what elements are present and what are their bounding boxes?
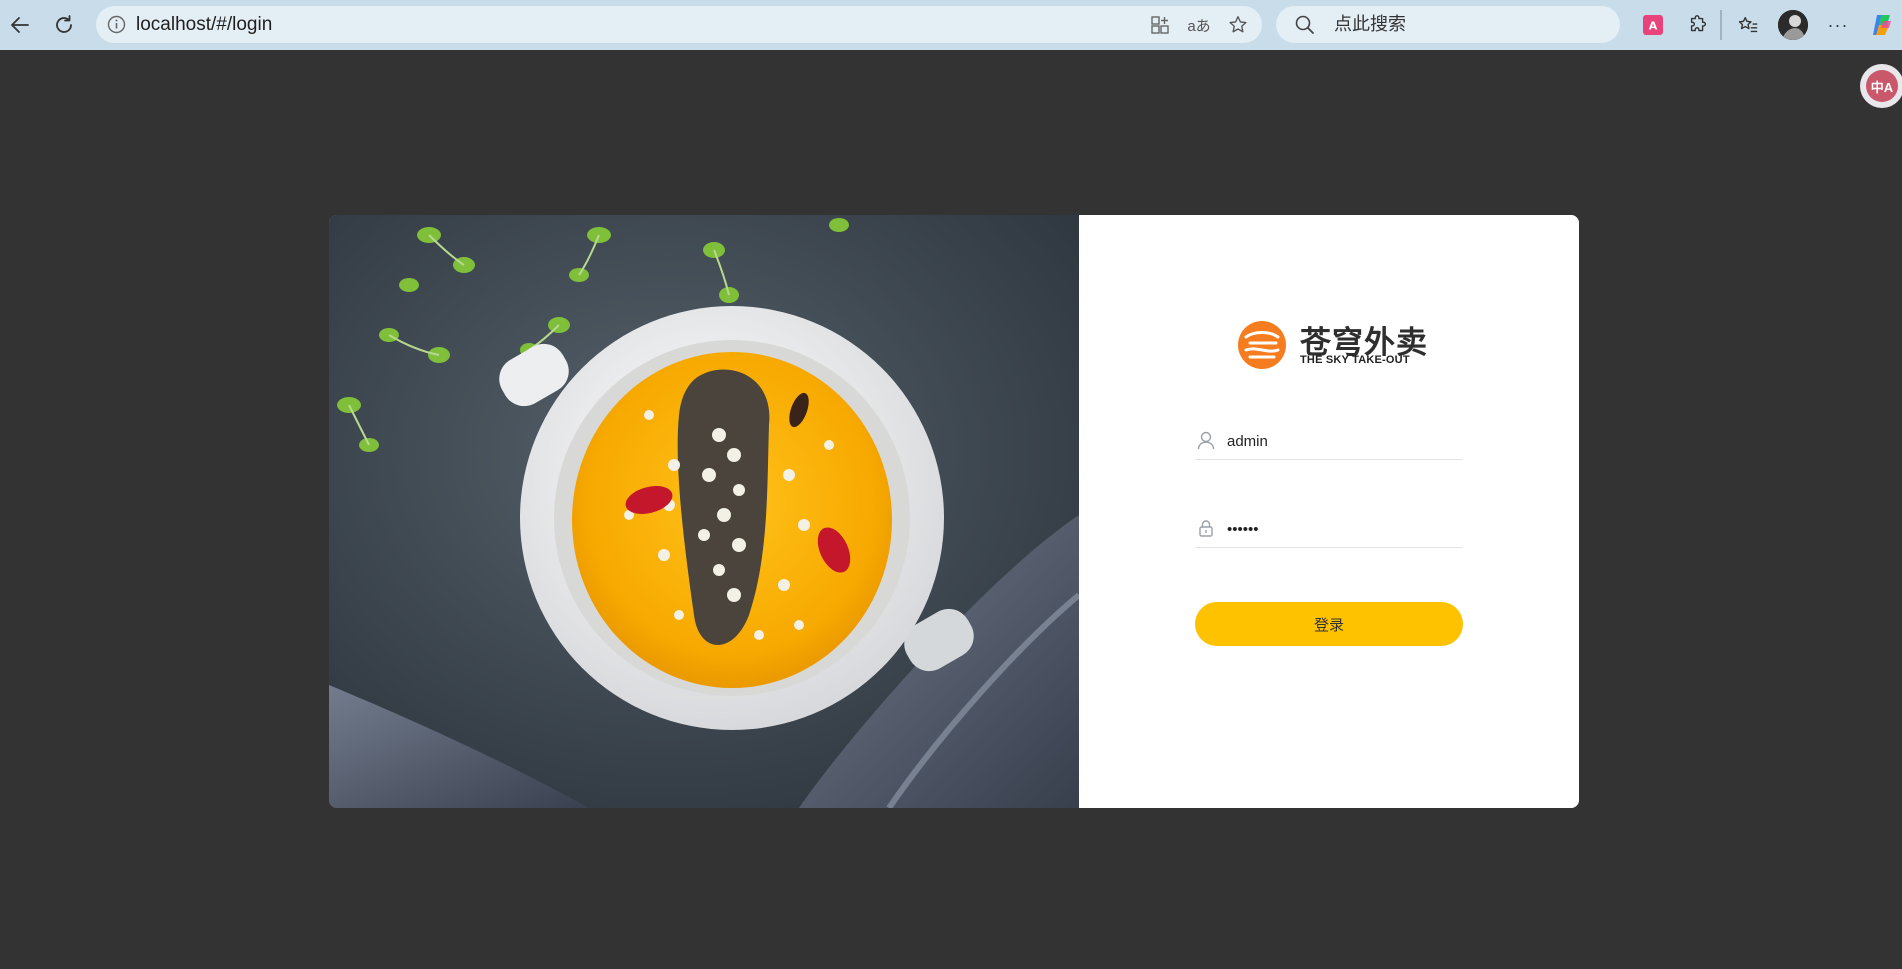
login-card: 苍穹外卖 THE SKY TAKE-OUT 登录	[329, 215, 1579, 808]
login-hero-photo	[329, 215, 1079, 808]
read-aloud-icon[interactable]: aあ	[1187, 13, 1211, 37]
translate-bubble-label: 中A	[1866, 70, 1898, 102]
lock-icon	[1195, 517, 1217, 539]
browser-toolbar: localhost/#/login aあ 点此搜索 A ···	[0, 0, 1902, 50]
url-text[interactable]: localhost/#/login	[136, 6, 272, 43]
login-form-panel: 苍穹外卖 THE SKY TAKE-OUT 登录	[1079, 215, 1579, 808]
translate-extension-icon[interactable]: A	[1640, 12, 1666, 38]
toolbar-divider	[1720, 10, 1722, 40]
search-icon	[1294, 14, 1316, 36]
password-input[interactable]	[1227, 513, 1457, 545]
username-input[interactable]	[1227, 425, 1457, 457]
profile-avatar[interactable]	[1778, 10, 1808, 40]
more-menu-icon[interactable]: ···	[1825, 12, 1851, 38]
favorites-list-icon[interactable]	[1735, 12, 1761, 38]
address-bar[interactable]: localhost/#/login aあ	[96, 6, 1262, 43]
user-icon	[1195, 429, 1217, 451]
app-available-icon[interactable]	[1148, 13, 1172, 37]
site-info-icon[interactable]	[106, 14, 127, 35]
password-field	[1195, 513, 1463, 548]
brand-logo-icon	[1238, 321, 1286, 369]
svg-text:A: A	[1649, 20, 1658, 33]
translate-bubble[interactable]: 中A	[1860, 64, 1902, 108]
favorite-star-icon[interactable]	[1226, 13, 1250, 37]
login-button[interactable]: 登录	[1195, 602, 1463, 646]
search-placeholder[interactable]: 点此搜索	[1334, 6, 1406, 43]
brand-logo: 苍穹外卖 THE SKY TAKE-OUT	[1234, 317, 1434, 373]
brand-name-en: THE SKY TAKE-OUT	[1300, 354, 1410, 366]
back-icon[interactable]	[4, 9, 36, 41]
reload-icon[interactable]	[48, 9, 80, 41]
copilot-icon[interactable]	[1868, 11, 1896, 39]
search-bar[interactable]: 点此搜索	[1276, 6, 1620, 43]
username-field	[1195, 425, 1463, 460]
extensions-puzzle-icon[interactable]	[1685, 12, 1711, 38]
